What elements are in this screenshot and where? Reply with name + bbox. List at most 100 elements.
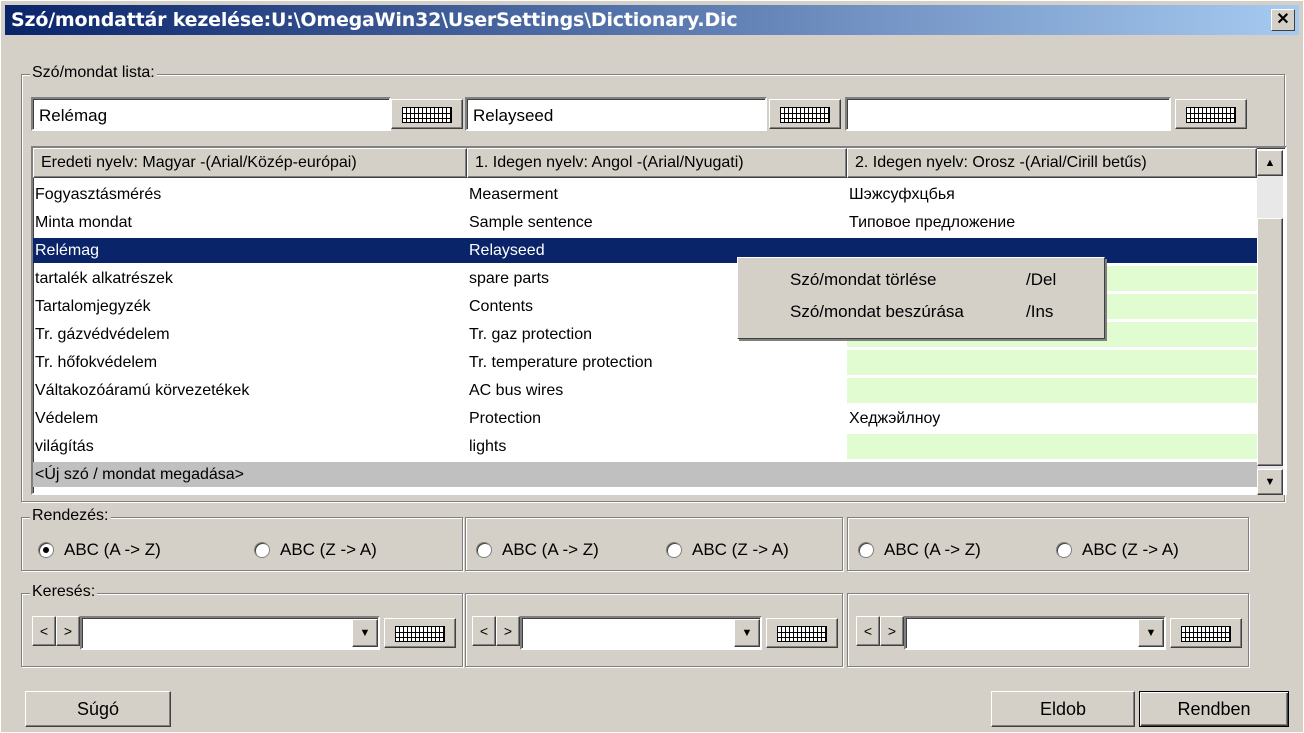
dropdown-button[interactable]: ▼ <box>352 619 378 647</box>
table-cell: Tartalomjegyzék <box>35 298 151 315</box>
table-cell: Tr. hőfokvédelem <box>35 354 158 371</box>
table-cell: Measerment <box>469 186 558 203</box>
table-row[interactable]: Tr. hőfokvédelem Tr. temperature protecti… <box>33 350 1257 375</box>
title-bar[interactable]: Szó/mondattár kezelése:U:\OmegaWin32\Use… <box>5 5 1299 35</box>
new-entry-label: <Új szó / mondat megadása> <box>35 466 245 483</box>
table-cell: Sample sentence <box>469 214 593 231</box>
sort-desc-radio-foreign1[interactable] <box>666 542 682 558</box>
sort-desc-label: ABC (Z -> A) <box>692 540 789 559</box>
context-menu: Szó/mondat törlése /Del Szó/mondat beszú… <box>737 257 1105 339</box>
table-cell <box>847 350 1257 375</box>
search-next-button[interactable]: > <box>56 616 80 646</box>
help-button[interactable]: Súgó <box>25 691 171 727</box>
menu-item-insert[interactable]: Szó/mondat beszúrása /Ins <box>790 302 1053 330</box>
sort-group-foreign1: ABC (A -> Z) ABC (Z -> A) <box>465 517 843 571</box>
vertical-scrollbar[interactable]: ▲ ▼ <box>1257 150 1283 495</box>
keyboard-icon <box>395 626 445 642</box>
table-cell: Шэжсуфхцбья <box>849 186 955 203</box>
scroll-down-button[interactable]: ▼ <box>1257 469 1283 495</box>
column-header-foreign1[interactable]: 1. Idegen nyelv: Angol -(Arial/Nyugati) <box>467 148 847 178</box>
search-input-foreign1[interactable] <box>520 616 762 650</box>
table-cell: tartalék alkatrészek <box>35 270 173 287</box>
search-next-button[interactable]: > <box>880 616 904 646</box>
search-combo-original[interactable]: < > ▼ <box>32 616 382 650</box>
dropdown-button[interactable]: ▼ <box>734 619 760 647</box>
search-group-foreign2: < > ▼ <box>847 593 1249 667</box>
sort-asc-label: ABC (A -> Z) <box>884 540 981 559</box>
menu-item-insert-shortcut: /Ins <box>1026 302 1054 321</box>
menu-item-delete-shortcut: /Del <box>1026 270 1057 289</box>
menu-item-insert-label: Szó/mondat beszúrása <box>790 302 964 321</box>
search-group-foreign1: < > ▼ <box>465 593 843 667</box>
column-header-foreign2[interactable]: 2. Idegen nyelv: Orosz -(Arial/Cirill be… <box>847 148 1257 178</box>
table-cell <box>847 434 1257 459</box>
sort-asc-label: ABC (A -> Z) <box>64 540 161 559</box>
table-row[interactable]: világítás lights <box>33 434 1257 459</box>
sort-group-foreign2: ABC (A -> Z) ABC (Z -> A) <box>847 517 1249 571</box>
cancel-button[interactable]: Eldob <box>991 691 1135 727</box>
sort-desc-radio-original[interactable] <box>254 542 270 558</box>
table-row[interactable]: Váltakozóáramú körvezetékek AC bus wires <box>33 378 1257 403</box>
search-group-original: Keresés: < > ▼ <box>21 583 463 667</box>
search-prev-button[interactable]: < <box>472 616 496 646</box>
sort-asc-label: ABC (A -> Z) <box>502 540 599 559</box>
table-cell: Váltakozóáramú körvezetékek <box>35 382 250 399</box>
keyboard-button-search-foreign1[interactable] <box>766 618 838 648</box>
menu-item-delete-label: Szó/mondat törlése <box>790 270 937 289</box>
sort-asc-radio-original[interactable] <box>38 542 54 558</box>
sort-asc-radio-foreign1[interactable] <box>476 542 492 558</box>
search-input-foreign2[interactable] <box>904 616 1166 650</box>
search-legend: Keresés: <box>30 583 98 601</box>
table-cell: Minta mondat <box>35 214 132 231</box>
search-next-button[interactable]: > <box>496 616 520 646</box>
menu-item-delete[interactable]: Szó/mondat törlése /Del <box>790 270 1056 298</box>
sort-legend: Rendezés: <box>30 507 111 525</box>
keyboard-button-original[interactable] <box>391 99 463 129</box>
keyboard-button-foreign1[interactable] <box>769 99 841 129</box>
scroll-thumb[interactable] <box>1257 218 1283 466</box>
scroll-up-button[interactable]: ▲ <box>1257 150 1283 176</box>
table-row[interactable]: Védelem Protection Хеджэйлноу <box>33 406 1257 431</box>
table-cell: Védelem <box>35 410 99 427</box>
original-word-input[interactable]: Relémag <box>31 97 391 131</box>
column-header-original[interactable]: Eredeti nyelv: Magyar -(Arial/Közép-euró… <box>33 148 467 178</box>
search-combo-foreign1[interactable]: < > ▼ <box>472 616 762 650</box>
window-title: Szó/mondattár kezelése:U:\OmegaWin32\Use… <box>11 9 738 31</box>
keyboard-icon <box>1186 107 1236 123</box>
dictionary-dialog: Szó/mondattár kezelése:U:\OmegaWin32\Use… <box>0 0 1304 733</box>
table-cell: Tr. gázvédvédelem <box>35 326 170 343</box>
table-cell: Хеджэйлноу <box>849 410 941 427</box>
ok-button[interactable]: Rendben <box>1139 691 1289 727</box>
keyboard-button-foreign2[interactable] <box>1175 99 1247 129</box>
dropdown-button[interactable]: ▼ <box>1138 619 1164 647</box>
table-row[interactable]: Fogyasztásmérés Measerment Шэжсуфхцбья <box>33 182 1257 207</box>
sort-asc-radio-foreign2[interactable] <box>858 542 874 558</box>
table-row[interactable]: Minta mondat Sample sentence Типовое предл… <box>33 210 1257 235</box>
keyboard-button-search-original[interactable] <box>384 618 456 648</box>
foreign2-word-input[interactable] <box>845 97 1171 131</box>
keyboard-icon <box>1181 626 1231 642</box>
keyboard-icon <box>777 626 827 642</box>
sort-desc-label: ABC (Z -> A) <box>280 540 377 559</box>
sort-desc-label: ABC (Z -> A) <box>1082 540 1179 559</box>
table-cell <box>847 378 1257 403</box>
close-button[interactable]: ✕ <box>1271 9 1295 31</box>
search-combo-foreign2[interactable]: < > ▼ <box>856 616 1166 650</box>
keyboard-button-search-foreign2[interactable] <box>1170 618 1242 648</box>
sort-desc-radio-foreign2[interactable] <box>1056 542 1072 558</box>
new-entry-row[interactable]: <Új szó / mondat megadása> <box>33 462 1257 487</box>
search-input-original[interactable] <box>80 616 380 650</box>
table-cell: világítás <box>35 438 94 455</box>
keyboard-icon <box>402 107 452 123</box>
search-prev-button[interactable]: < <box>32 616 56 646</box>
sort-group-original: Rendezés: ABC (A -> Z) ABC (Z -> A) <box>21 507 463 571</box>
table-cell: Relémag <box>35 242 100 259</box>
table-cell: Protection <box>469 410 542 427</box>
foreign1-word-input[interactable]: Relayseed <box>465 97 767 131</box>
table-cell: Типовое предложение <box>849 214 1016 231</box>
table-cell: AC bus wires <box>469 382 564 399</box>
keyboard-icon <box>780 107 830 123</box>
search-prev-button[interactable]: < <box>856 616 880 646</box>
word-list-legend: Szó/mondat lista: <box>30 64 157 82</box>
table-cell: Tr. temperature protection <box>469 354 653 371</box>
